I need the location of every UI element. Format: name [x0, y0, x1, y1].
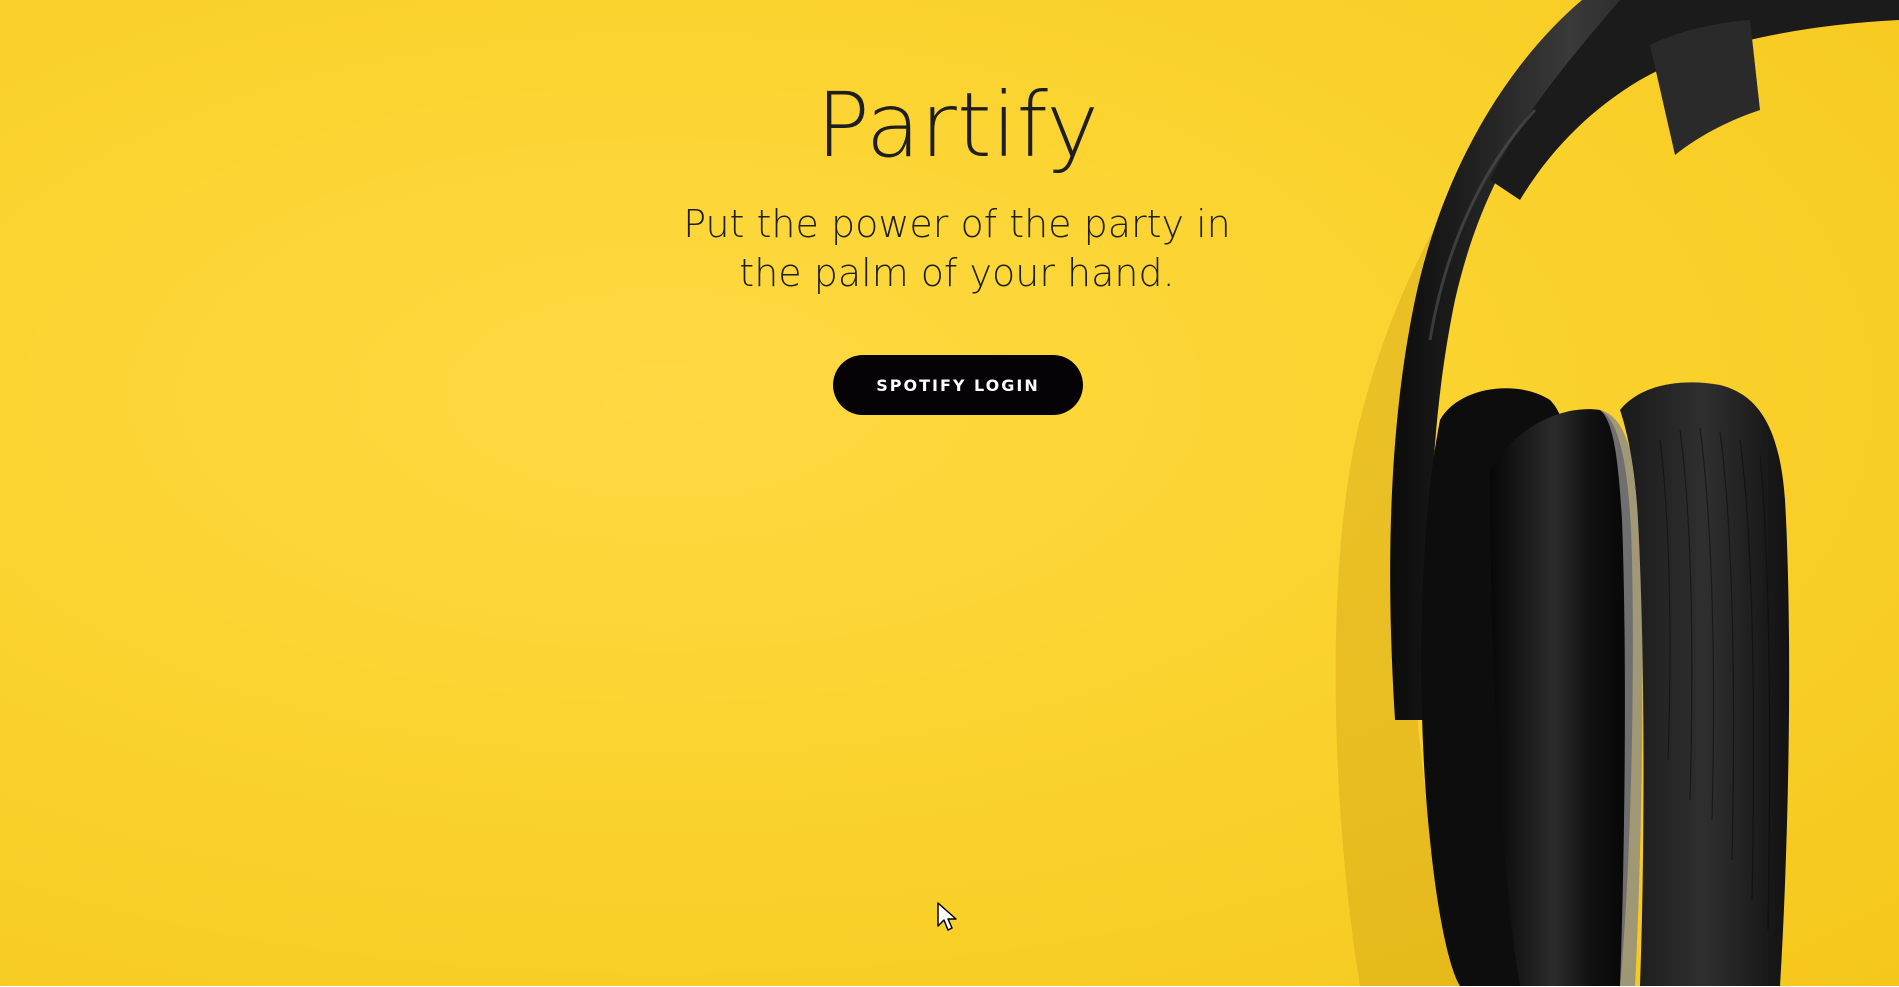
pointer-cursor-icon: [937, 902, 957, 931]
spotify-login-button[interactable]: SPOTIFY LOGIN: [833, 355, 1083, 415]
headphones-image: [1335, 0, 1899, 986]
tagline: Put the power of the party in the palm o…: [683, 202, 1231, 295]
hero-section: Partify Put the power of the party in th…: [0, 0, 1899, 986]
